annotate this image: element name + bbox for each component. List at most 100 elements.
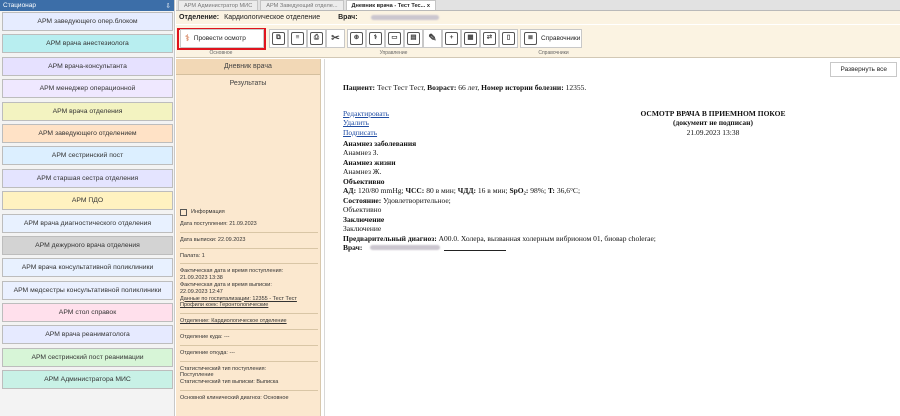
arm-item[interactable]: АРМ старшая сестра отделения	[2, 168, 173, 188]
objective-text: Объективно	[343, 205, 382, 214]
conduct-exam-button[interactable]: ⚕ Провести осмотр	[180, 29, 264, 48]
conclusion-text: Заключение	[343, 224, 382, 233]
state-label: Состояние:	[343, 195, 382, 205]
tab-admin-mis[interactable]: АРМ Администратор МИС	[178, 0, 259, 10]
doctor-name-redacted	[370, 15, 439, 20]
document-datetime: 21.09.2023 13:38	[686, 127, 740, 137]
arm-item[interactable]: АРМ менеджер операционной	[2, 79, 173, 99]
arm-item[interactable]: АРМ дежурного врача отделения	[2, 235, 173, 255]
document-icon: ≡	[291, 32, 304, 45]
fact-discharge-value: 22.09.2023 12:47	[180, 288, 223, 295]
arm-item[interactable]: АРМ врача-консультанта	[2, 56, 173, 76]
stack-icon: ≣	[524, 32, 537, 45]
hospitalization-link[interactable]: Данные по госпитализации: 12355 - Тест Т…	[180, 296, 318, 303]
tab-doctor-diary[interactable]: Дневник врача - Тест Тес... x	[345, 0, 436, 10]
department-value: Кардиологическое отделение	[224, 14, 321, 21]
pin-icon[interactable]: ⇩	[166, 2, 171, 10]
arm-item[interactable]: АРМ врача реаниматолога	[2, 325, 173, 345]
arm-item[interactable]: АРМ Администратора МИС	[2, 370, 173, 390]
arm-item[interactable]: АРМ сестринский пост	[2, 146, 173, 166]
fact-discharge-label: Фактическая дата и время выписки:	[180, 281, 272, 288]
state-line: Состояние: Удовлетворительное;	[343, 196, 898, 206]
objective-heading: Объективно	[343, 176, 385, 186]
tool-print-button[interactable]: ⎙	[307, 29, 326, 48]
history-value: 12355.	[565, 83, 587, 92]
group-label-handbooks: Справочники	[538, 50, 569, 56]
tool-edit-button[interactable]: ✎	[423, 29, 442, 48]
bp-value: 120/80 mmHg;	[357, 186, 404, 195]
department-link[interactable]: Отделение: Кардиологическое отделение	[180, 318, 318, 325]
handbooks-button[interactable]: ≣ Справочники	[520, 29, 582, 48]
arm-item[interactable]: АРМ ПДО	[2, 191, 173, 211]
stethoscope-icon: ⚕	[369, 32, 382, 45]
transfer-icon: ⇄	[483, 32, 496, 45]
document-title: ОСМОТР ВРАЧА В ПРИЕМНОМ ПОКОЕ	[640, 108, 786, 118]
rr-label: ЧДД:	[457, 186, 477, 195]
tool-calendar-button[interactable]: ▦	[461, 29, 480, 48]
paste-icon: ⊕	[350, 32, 363, 45]
clipboard-icon: ▤	[407, 32, 420, 45]
arm-item[interactable]: АРМ врача консультативной поликлиники	[2, 258, 173, 278]
arm-item[interactable]: АРМ стол справок	[2, 303, 173, 323]
document-view: Развернуть все Пациент: Тест Тест Тест, …	[324, 59, 900, 416]
signature-line	[444, 244, 507, 252]
tool-transfer-button[interactable]: ⇄	[480, 29, 499, 48]
bed-profile-link[interactable]: Профили коек: Геронтологические	[180, 302, 318, 309]
tool-document-button[interactable]: ≡	[288, 29, 307, 48]
tool-stethoscope-button[interactable]: ⚕	[366, 29, 385, 48]
age-value: 66 лет,	[458, 83, 480, 92]
state-value: Удовлетворительное;	[383, 195, 451, 205]
file-icon: ▯	[502, 32, 515, 45]
arm-item[interactable]: АРМ медсестры консультативной поликлиник…	[2, 280, 173, 300]
anamnesis-disease-heading: Анамнез заболевания	[343, 138, 417, 148]
info-title: Информация	[191, 209, 225, 216]
info-section: Информация Дата поступления: 21.09.2023 …	[180, 209, 318, 402]
expand-all-button[interactable]: Развернуть все	[830, 62, 897, 77]
tab-head-dept[interactable]: АРМ Заведующий отделе...	[260, 0, 344, 10]
stat-admission-label: Статистический тип поступления:	[180, 365, 267, 372]
spo2-value: 98%;	[530, 186, 547, 195]
prelim-diagnosis-line: Предварительный диагноз: A00.0. Холера, …	[343, 234, 898, 244]
tool-clipboard-button[interactable]: ▤	[404, 29, 423, 48]
tool-tablet-button[interactable]: ▭	[385, 29, 404, 48]
arm-item[interactable]: АРМ заведующего опер.блоком	[2, 12, 173, 31]
patient-label: Пациент:	[343, 83, 376, 92]
ribbon-toolbar: ⚕ Провести осмотр ⧉ ≡ ⎙ ✂ ⊕ ⚕ ▭ ▤ ✎ + ▦ …	[176, 25, 900, 58]
stat-discharge: Статистический тип выписки: Выписка	[180, 379, 279, 386]
copy-icon: ⧉	[272, 32, 285, 45]
bp-label: АД:	[343, 186, 357, 195]
add-document-icon: +	[445, 32, 458, 45]
tablet-icon: ▭	[388, 32, 401, 45]
tab-results[interactable]: Результаты	[176, 75, 320, 91]
admission-date: Дата поступления: 21.09.2023	[180, 221, 257, 227]
arm-item[interactable]: АРМ заведующего отделением	[2, 123, 173, 143]
doctor-label: Врач:	[338, 14, 358, 21]
tab-bar: АРМ Администратор МИС АРМ Заведующий отд…	[176, 0, 900, 11]
exam-document: Пациент: Тест Тест Тест, Возраст: 66 лет…	[343, 83, 898, 253]
arm-item[interactable]: АРМ врача диагностического отделения	[2, 213, 173, 233]
tool-file-button[interactable]: ▯	[499, 29, 518, 48]
sidebar-header: Стационар ⇩	[0, 0, 174, 11]
spo2-label: SpO₂:	[509, 186, 529, 195]
tool-add-document-button[interactable]: +	[442, 29, 461, 48]
sidebar-title: Стационар	[3, 2, 37, 9]
arm-item[interactable]: АРМ врача отделения	[2, 101, 173, 121]
arm-item[interactable]: АРМ сестринский пост реанимации	[2, 347, 173, 367]
tool-cut-button[interactable]: ✂	[326, 29, 345, 48]
diary-left-panel: Дневник врача Результаты Информация Дата…	[176, 59, 321, 416]
arm-item[interactable]: АРМ врача анестезиолога	[2, 34, 173, 54]
stethoscope-icon: ⚕	[185, 33, 190, 43]
tool-copy-button[interactable]: ⧉	[269, 29, 288, 48]
unsigned-status: (документ не подписан)	[672, 118, 754, 127]
tab-doctor-diary-panel[interactable]: Дневник врача	[176, 59, 320, 75]
handbooks-label: Справочники	[541, 35, 581, 42]
age-label: Возраст:	[427, 83, 457, 92]
tool-paste-button[interactable]: ⊕	[347, 29, 366, 48]
doctor-sign-redacted	[370, 245, 441, 251]
department-label: Отделение:	[179, 14, 220, 21]
doctor-sign-label: Врач:	[343, 243, 363, 252]
prelim-diagnosis-value: A00.0. Холера, вызванная холерным вибрио…	[438, 233, 656, 243]
anamnesis-disease-text: Анамнез З.	[343, 148, 379, 157]
fact-admission-value: 21.09.2023 13:38	[180, 275, 223, 282]
group-label-manage: Управление	[379, 50, 408, 56]
